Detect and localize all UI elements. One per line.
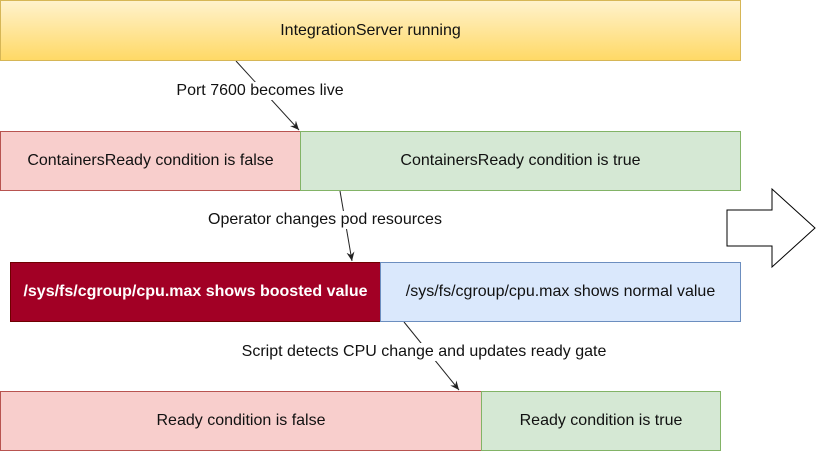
ready-true-box: Ready condition is true xyxy=(481,391,721,451)
label-script-detects: Script detects CPU change and updates re… xyxy=(241,343,607,361)
containers-ready-false-box: ContainersReady condition is false xyxy=(0,131,301,191)
label-port-live: Port 7600 becomes live xyxy=(176,82,344,100)
time-arrow-icon xyxy=(726,187,816,269)
ready-false-box: Ready condition is false xyxy=(0,391,482,451)
containers-ready-true-box: ContainersReady condition is true xyxy=(300,131,741,191)
cpu-normal-box: /sys/fs/cgroup/cpu.max shows normal valu… xyxy=(380,262,741,322)
cpu-boosted-box: /sys/fs/cgroup/cpu.max shows boosted val… xyxy=(10,262,381,322)
integration-server-box: IntegrationServer running xyxy=(0,0,741,61)
label-operator-changes: Operator changes pod resources xyxy=(208,211,442,229)
